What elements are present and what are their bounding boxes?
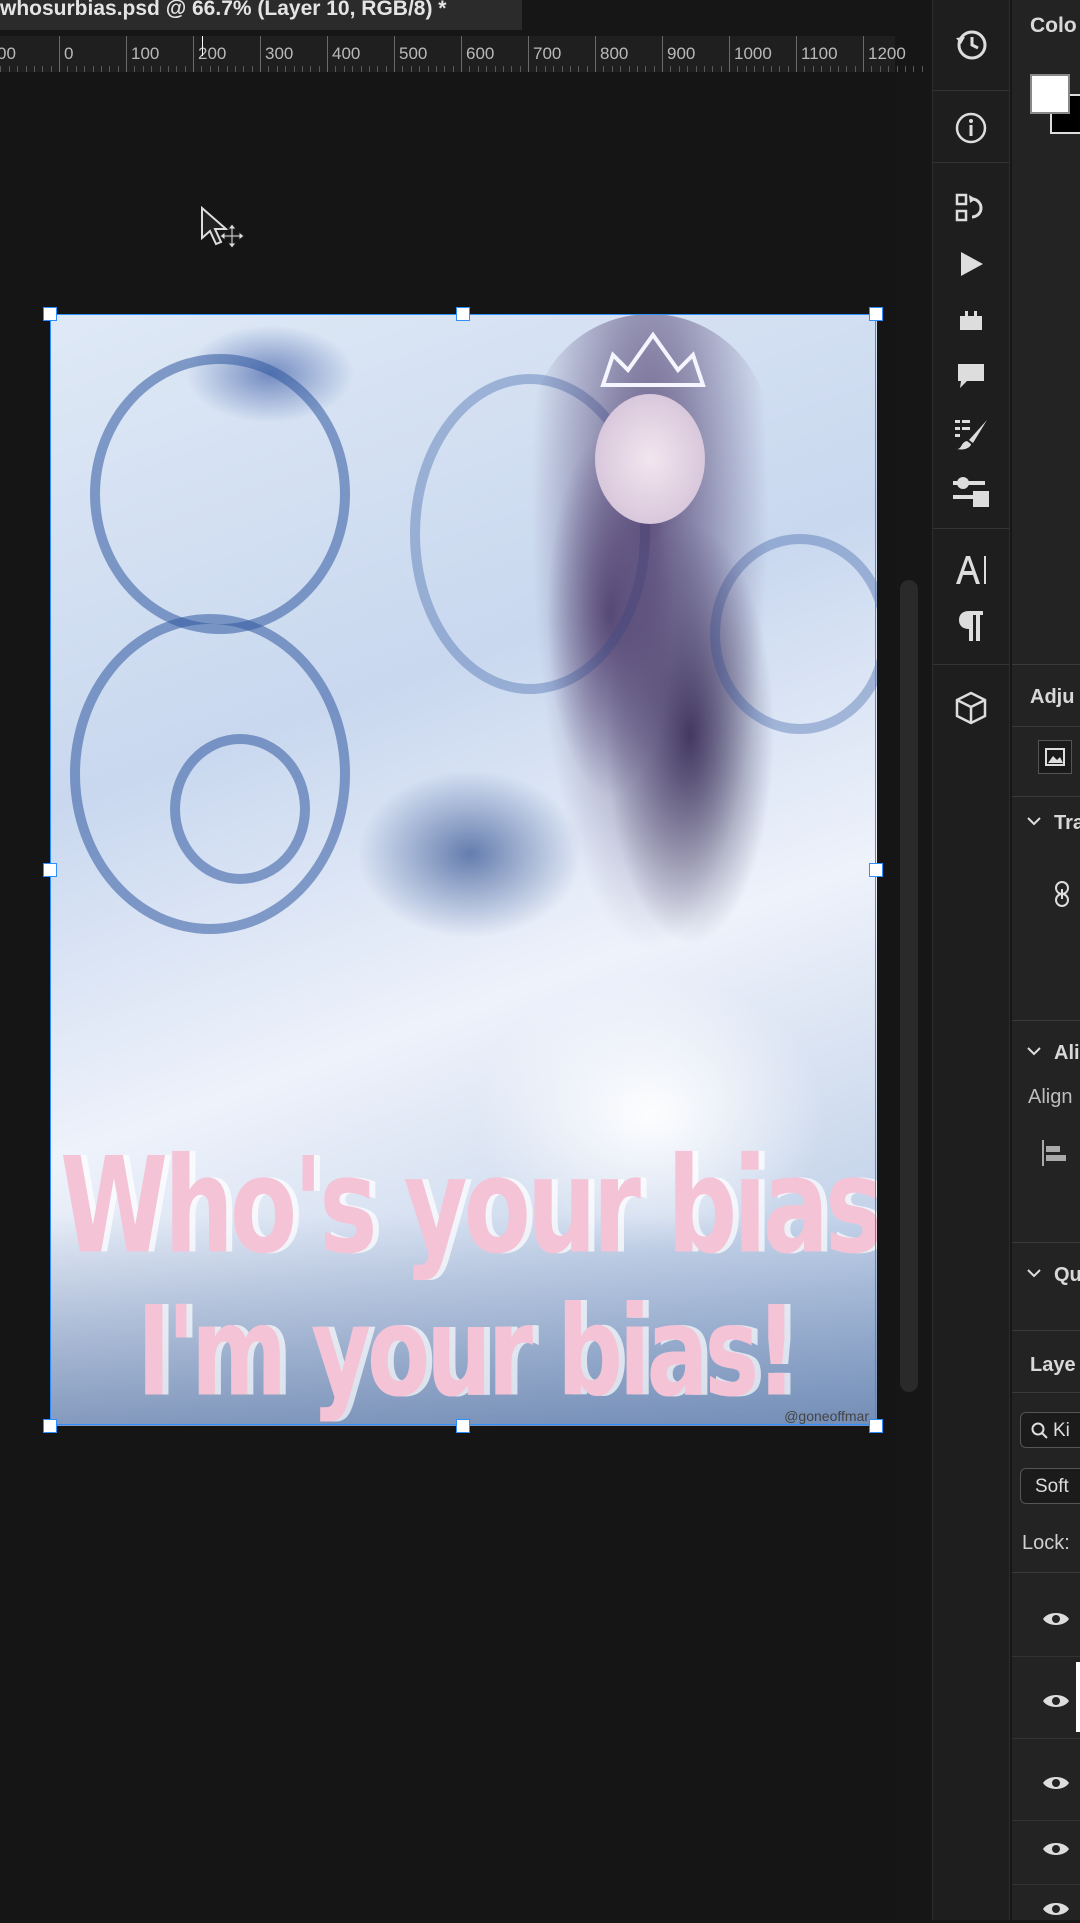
ruler-tick bbox=[595, 36, 596, 72]
ruler-label: 1000 bbox=[734, 44, 772, 63]
document-tab[interactable]: whosurbias.psd @ 66.7% (Layer 10, RGB/8)… bbox=[0, 0, 522, 30]
ruler-tick bbox=[662, 36, 663, 72]
ruler-tick bbox=[528, 36, 529, 72]
align-label: Align bbox=[1028, 1086, 1073, 1108]
plugin-icon[interactable] bbox=[943, 298, 999, 342]
paragraph-icon[interactable] bbox=[943, 604, 999, 648]
visibility-eye-icon[interactable] bbox=[1042, 1692, 1070, 1708]
color-panel-title[interactable]: Colo bbox=[1030, 14, 1077, 38]
transform-handle[interactable] bbox=[43, 863, 57, 877]
brush-preset-icon[interactable] bbox=[943, 412, 999, 456]
document-title: whosurbias.psd @ 66.7% (Layer 10, RGB/8)… bbox=[0, 0, 447, 20]
chevron-down-icon[interactable] bbox=[1026, 814, 1042, 832]
move-cursor-icon bbox=[200, 205, 252, 263]
quick-actions-section-title[interactable]: Qu bbox=[1054, 1264, 1080, 1287]
ruler-cursor-marker bbox=[202, 36, 203, 56]
transform-handle[interactable] bbox=[43, 307, 57, 321]
transform-handle[interactable] bbox=[456, 307, 470, 321]
character-icon[interactable] bbox=[943, 548, 999, 592]
transform-handle[interactable] bbox=[869, 863, 883, 877]
transform-handle[interactable] bbox=[456, 1419, 470, 1433]
ruler-label: 500 bbox=[399, 44, 428, 63]
transform-section-title[interactable]: Tra bbox=[1054, 812, 1080, 835]
ruler-label: 100 bbox=[131, 44, 160, 63]
transform-bounding-box[interactable] bbox=[50, 314, 876, 1425]
horizontal-ruler[interactable]: 00 0 100 200 300 400 500 600 700 800 900 1000 1100 12… bbox=[0, 36, 923, 73]
ruler-label: 1200 bbox=[868, 44, 906, 63]
vertical-scrollbar[interactable] bbox=[900, 580, 918, 1392]
ruler-label: 600 bbox=[466, 44, 495, 63]
blend-mode-value: Soft bbox=[1035, 1476, 1069, 1497]
play-icon[interactable] bbox=[943, 242, 999, 286]
align-left-icon[interactable] bbox=[1040, 1138, 1068, 1173]
adjustments-panel-title[interactable]: Adju bbox=[1030, 686, 1074, 709]
layers-panel-title[interactable]: Laye bbox=[1030, 1354, 1076, 1377]
ruler-label: 800 bbox=[600, 44, 629, 63]
ruler-tick bbox=[461, 36, 462, 72]
right-panel: Colo Adju Tra Ali Align Qu Laye Ki Soft … bbox=[1012, 0, 1080, 1920]
visibility-eye-icon[interactable] bbox=[1042, 1840, 1070, 1856]
adjust-history-icon[interactable] bbox=[943, 186, 999, 230]
ruler-minor-tick bbox=[896, 66, 898, 72]
ruler-tick bbox=[729, 36, 730, 72]
layer-thumbnail-edge bbox=[1076, 1662, 1080, 1732]
ruler-tick bbox=[126, 36, 127, 72]
search-icon bbox=[1031, 1422, 1048, 1439]
ruler-minor-tick bbox=[913, 66, 915, 72]
lock-label: Lock: bbox=[1022, 1532, 1070, 1554]
blend-mode-dropdown[interactable]: Soft bbox=[1020, 1468, 1080, 1504]
transform-handle[interactable] bbox=[43, 1419, 57, 1433]
ruler-label: 1100 bbox=[801, 44, 838, 63]
visibility-eye-icon[interactable] bbox=[1042, 1900, 1070, 1916]
ruler-tick bbox=[59, 36, 60, 72]
layer-filter-search[interactable]: Ki bbox=[1020, 1412, 1080, 1448]
ruler-tick bbox=[260, 36, 261, 72]
ruler-label: 700 bbox=[533, 44, 562, 63]
history-icon[interactable] bbox=[943, 22, 999, 66]
image-adjust-icon[interactable] bbox=[1038, 740, 1072, 774]
chevron-down-icon[interactable] bbox=[1026, 1044, 1042, 1062]
transform-handle[interactable] bbox=[869, 1419, 883, 1433]
ruler-minor-tick bbox=[921, 66, 923, 72]
visibility-eye-icon[interactable] bbox=[1042, 1774, 1070, 1790]
3d-icon[interactable] bbox=[943, 686, 999, 730]
ruler-minor-tick bbox=[904, 66, 906, 72]
align-section-title[interactable]: Ali bbox=[1054, 1042, 1080, 1065]
chevron-down-icon[interactable] bbox=[1026, 1266, 1042, 1284]
panel-icon-column bbox=[932, 0, 1010, 1920]
ruler-label: 400 bbox=[332, 44, 361, 63]
layer-filter-text: Ki bbox=[1053, 1420, 1070, 1441]
ruler-tick bbox=[796, 36, 797, 72]
ruler-label: 0 bbox=[64, 44, 74, 63]
transform-handle[interactable] bbox=[869, 307, 883, 321]
info-icon[interactable] bbox=[943, 106, 999, 150]
ruler-tick bbox=[863, 36, 864, 72]
link-icon[interactable] bbox=[1052, 880, 1072, 913]
ruler-label: 900 bbox=[667, 44, 696, 63]
ruler-tick bbox=[327, 36, 328, 72]
ruler-label: 300 bbox=[265, 44, 294, 63]
comment-icon[interactable] bbox=[943, 354, 999, 398]
foreground-color-swatch[interactable] bbox=[1030, 74, 1070, 114]
ruler-tick bbox=[193, 36, 194, 72]
ruler-label: 00 bbox=[0, 44, 16, 63]
tool-presets-icon[interactable] bbox=[943, 470, 999, 514]
visibility-eye-icon[interactable] bbox=[1042, 1610, 1070, 1626]
ruler-tick bbox=[394, 36, 395, 72]
